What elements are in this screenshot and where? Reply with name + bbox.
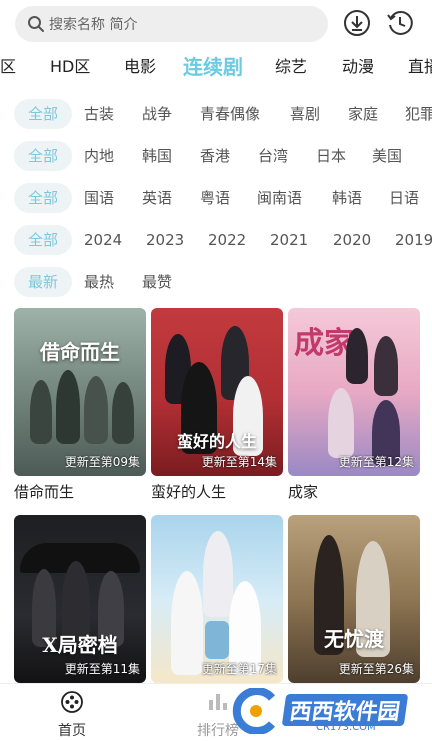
show-poster[interactable]: 更新至第17集 [151,515,283,683]
show-poster[interactable]: 无忧渡 更新至第26集 [288,515,420,683]
filter-chip[interactable]: 犯罪 [405,99,432,129]
category-tab[interactable]: 综艺 [275,48,307,88]
episode-badge: 更新至第11集 [64,662,140,676]
show-poster[interactable]: 借命而生 更新至第09集 [14,308,146,476]
show-poster[interactable]: 蛮好的人生 更新至第14集 [151,308,283,476]
sort-filter-row: 最新 最热 最赞 [0,267,432,297]
language-filter-row: 全部 国语 英语 粤语 闽南语 韩语 日语 [0,183,432,213]
filter-chip[interactable]: 2019 [395,225,432,255]
category-tab[interactable]: 电影 [124,48,156,88]
filter-chip-selected[interactable]: 全部 [14,225,72,255]
history-icon[interactable] [386,9,414,37]
episode-badge: 更新至第17集 [201,662,277,676]
poster-title: 借命而生 [40,340,120,364]
search-bar[interactable]: 搜索名称 简介 [15,6,328,42]
show-card[interactable]: 借命而生 更新至第09集 借命而生 [14,308,146,502]
episode-badge: 更新至第09集 [64,455,140,469]
sort-chip[interactable]: 最热 [84,267,114,297]
filter-chip[interactable]: 韩国 [142,141,172,171]
episode-badge: 更新至第26集 [338,662,414,676]
filter-chip[interactable]: 喜剧 [290,99,320,129]
filter-chip[interactable]: 香港 [200,141,230,171]
filter-chip[interactable]: 内地 [84,141,114,171]
show-card[interactable]: X局密档 更新至第11集 [14,515,146,709]
show-title[interactable]: 蛮好的人生 [151,482,283,502]
episode-badge: 更新至第14集 [201,455,277,469]
home-icon [61,691,83,713]
watermark-logo-icon [232,688,276,734]
show-card[interactable]: 无忧渡 更新至第26集 [288,515,420,709]
category-tab[interactable]: 区 [0,48,16,88]
filter-chip[interactable]: 2022 [208,225,246,255]
filter-chip[interactable]: 古装 [84,99,114,129]
filter-chip[interactable]: 日本 [316,141,346,171]
show-title[interactable]: 借命而生 [14,482,146,502]
show-title[interactable]: 成家 [288,482,420,502]
download-icon[interactable] [343,9,371,37]
category-tab-active[interactable]: 连续剧 [183,48,243,88]
filter-chip[interactable]: 青春偶像 [200,99,260,129]
filter-chip-selected[interactable]: 全部 [14,183,72,213]
filter-chip[interactable]: 2020 [333,225,371,255]
poster-title: 蛮好的人生 [176,432,257,451]
category-nav: 区 HD区 电影 连续剧 综艺 动漫 直播 [0,48,432,88]
filter-chip[interactable]: 2021 [270,225,308,255]
filter-chip[interactable]: 家庭 [348,99,378,129]
category-tab[interactable]: 直播 [408,48,432,88]
filter-chip[interactable]: 台湾 [258,141,288,171]
region-filter-row: 全部 内地 韩国 香港 台湾 日本 美国 [0,141,432,171]
filter-chip[interactable]: 国语 [84,183,114,213]
search-placeholder: 搜索名称 简介 [49,17,138,33]
filter-chip[interactable]: 日语 [389,183,419,213]
nav-home-label: 首页 [58,723,86,739]
filter-chip[interactable]: 粤语 [200,183,230,213]
episode-badge: 更新至第12集 [338,455,414,469]
show-poster[interactable]: X局密档 更新至第11集 [14,515,146,683]
show-card[interactable]: 蛮好的人生 更新至第14集 蛮好的人生 [151,308,283,502]
filter-chip[interactable]: 闽南语 [257,183,302,213]
filter-chip[interactable]: 美国 [372,141,402,171]
filter-chip[interactable]: 英语 [142,183,172,213]
poster-title: X局密档 [42,633,118,657]
poster-title: 无忧渡 [324,627,384,651]
watermark-subtext: CR173.COM [316,722,376,733]
genre-filter-row: 全部 古装 战争 青春偶像 喜剧 家庭 犯罪 [0,99,432,129]
category-tab[interactable]: HD区 [50,48,90,88]
filter-chip[interactable]: 韩语 [332,183,362,213]
sort-chip[interactable]: 最赞 [142,267,172,297]
search-icon [28,16,44,32]
show-card[interactable]: 成家 更新至第12集 成家 [288,308,420,502]
filter-chip[interactable]: 2023 [146,225,184,255]
category-tab[interactable]: 动漫 [342,48,374,88]
show-poster[interactable]: 成家 更新至第12集 [288,308,420,476]
sort-chip-selected[interactable]: 最新 [14,267,72,297]
filter-chip[interactable]: 2024 [84,225,122,255]
filter-chip[interactable]: 战争 [142,99,172,129]
filter-chip-selected[interactable]: 全部 [14,141,72,171]
show-card[interactable]: 更新至第17集 [151,515,283,709]
nav-home[interactable]: 首页 [48,690,96,740]
filter-chip-selected[interactable]: 全部 [14,99,72,129]
year-filter-row: 全部 2024 2023 2022 2021 2020 2019 [0,225,432,255]
watermark: 西西软件园 CR173.COM [220,688,420,734]
top-bar: 搜索名称 简介 [0,0,432,48]
